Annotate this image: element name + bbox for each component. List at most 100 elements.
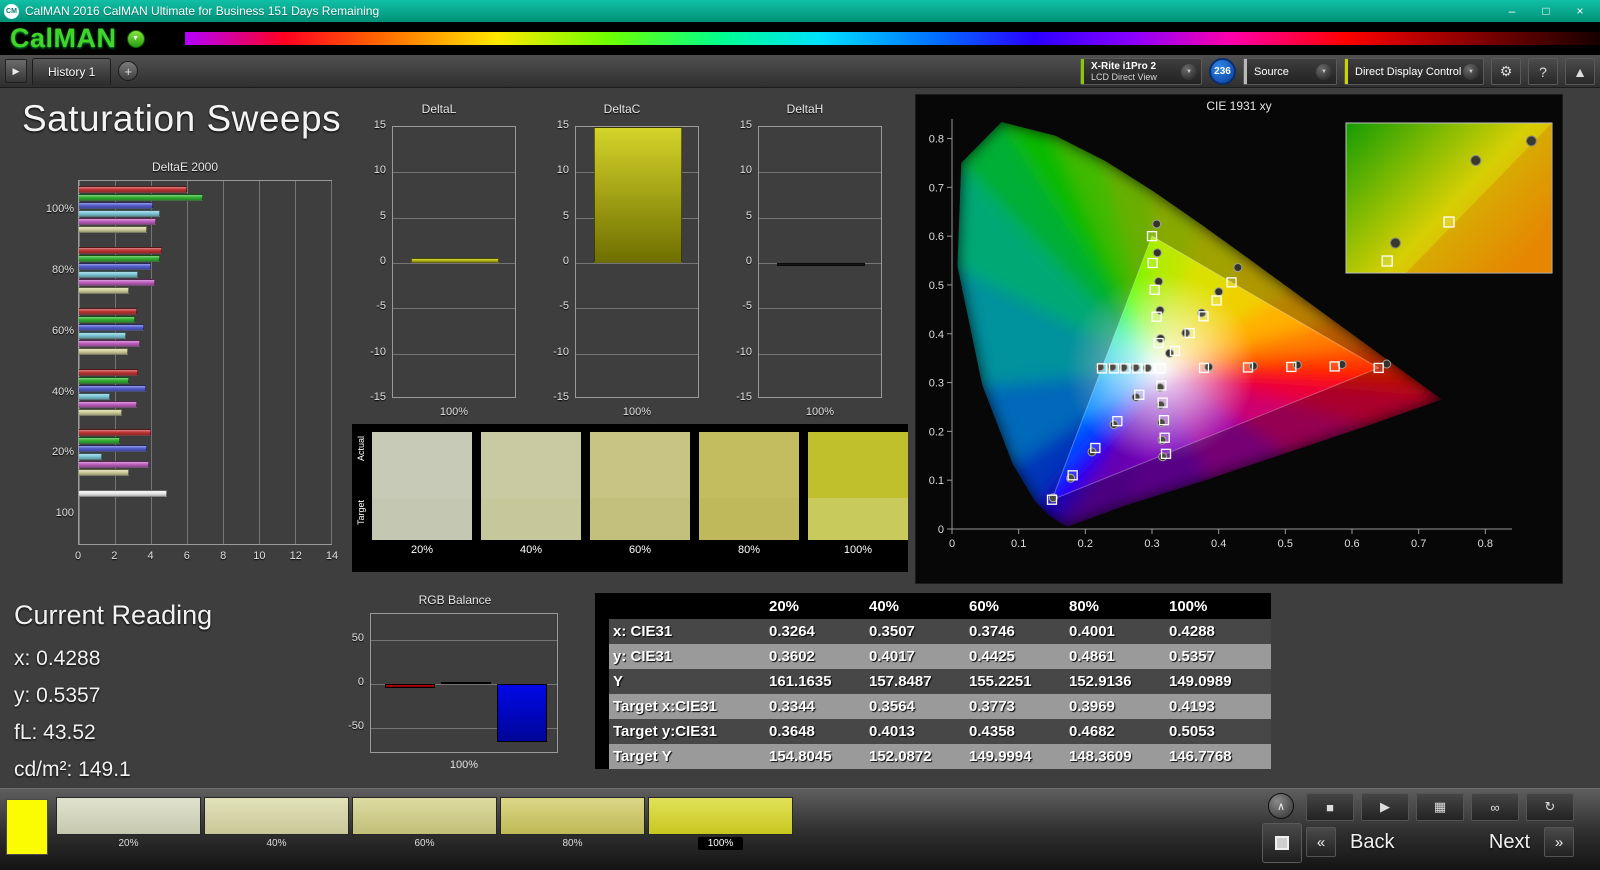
table-cell: 152.9136	[1069, 673, 1132, 690]
saturation-swatch[interactable]: 100%	[648, 797, 793, 850]
saturation-swatch[interactable]: 20%	[56, 797, 201, 849]
collapse-up-button[interactable]: ∧	[1268, 793, 1294, 819]
collapse-panel-button[interactable]: ▲	[1565, 58, 1595, 85]
minimize-button[interactable]: –	[1496, 2, 1528, 20]
next-button[interactable]: Next	[1489, 831, 1530, 854]
target-point	[1120, 363, 1131, 374]
swatch-color	[352, 797, 497, 835]
chevron-down-icon[interactable]: ▼	[1463, 63, 1479, 80]
x-tick-label: 0	[74, 550, 82, 562]
svg-text:0.6: 0.6	[1344, 538, 1359, 550]
save-button[interactable]: ▦	[1416, 793, 1464, 821]
svg-text:0.2: 0.2	[929, 426, 944, 438]
patch-window-button[interactable]	[1262, 823, 1302, 863]
back-chevron-button[interactable]: «	[1306, 827, 1336, 857]
svg-text:0.5: 0.5	[1278, 538, 1293, 550]
bar-yellow	[79, 408, 123, 416]
rgb-chart-title: RGB Balance	[418, 593, 492, 607]
svg-text:0.3: 0.3	[929, 378, 944, 390]
y-tick-label: -15	[736, 391, 752, 403]
bar-red	[79, 368, 139, 376]
bar-yellow	[79, 226, 148, 233]
reading-y: y: 0.5357	[14, 684, 101, 707]
maximize-button[interactable]: □	[1530, 2, 1562, 20]
next-chevron-button[interactable]: »	[1544, 827, 1574, 857]
titlebar: CM CalMAN 2016 CalMAN Ultimate for Busin…	[0, 0, 1600, 22]
tab-nav-button[interactable]: ▶	[5, 59, 27, 83]
calman-logo[interactable]: CalMAN ▼	[0, 22, 185, 55]
y-tick-label: 5	[379, 209, 386, 222]
target-point	[1134, 389, 1145, 400]
swatch-label: 40%	[204, 835, 349, 849]
logo-dropdown-icon[interactable]: ▼	[126, 29, 145, 48]
gridline	[393, 172, 515, 174]
svg-text:0.1: 0.1	[1011, 538, 1026, 550]
actual-swatch	[481, 432, 581, 498]
table-cell: 0.4017	[869, 648, 915, 665]
table-cell: 0.4193	[1169, 698, 1215, 715]
table-cell: 0.5357	[1169, 648, 1215, 665]
chevron-down-icon[interactable]: ▼	[1181, 63, 1197, 80]
target-point	[1156, 380, 1167, 391]
swatch-color	[648, 797, 793, 835]
y-category-label: 20%	[51, 446, 74, 459]
meter-dropdown[interactable]: X-Rite i1Pro 2 LCD Direct View ▼	[1080, 58, 1202, 85]
source-dropdown[interactable]: Source ▼	[1243, 58, 1337, 85]
back-button[interactable]: Back	[1350, 831, 1394, 854]
target-point	[1067, 470, 1078, 481]
saturation-swatch[interactable]: 40%	[204, 797, 349, 849]
gridline	[576, 353, 698, 355]
table-row-label: y: CIE31	[613, 648, 673, 665]
help-button[interactable]: ?	[1528, 58, 1558, 85]
swatch-label: 100%	[843, 544, 873, 556]
deltae-2000-chart: DeltaE 2000 0 2 4 6 8 10 12 14 100% 80% 60% 40% 20% 1…	[30, 160, 340, 575]
x-tick-label: 8	[220, 550, 227, 562]
chevron-down-icon[interactable]: ▼	[1316, 63, 1332, 80]
tab-history-1[interactable]: History 1	[32, 57, 112, 85]
target-swatch	[372, 498, 472, 540]
table-row-marker	[595, 744, 609, 769]
table-cell: 157.8487	[869, 673, 932, 690]
play-button[interactable]: ▶	[1361, 793, 1409, 821]
bar-yellow	[79, 347, 128, 355]
target-point	[1112, 415, 1123, 427]
deltae-plot-area	[78, 180, 332, 545]
target-point	[1329, 361, 1340, 372]
settings-gear-button[interactable]: ⚙	[1491, 58, 1521, 85]
y-tick-label: 15	[739, 119, 752, 131]
target-point	[1090, 442, 1101, 454]
saturation-swatch[interactable]: 60%	[352, 797, 497, 849]
reading-cdm2: cd/m²: 149.1	[14, 758, 131, 781]
table-cell: 0.4358	[969, 723, 1015, 740]
table-cell: 0.4425	[969, 648, 1015, 665]
reading-fl: fL: 43.52	[14, 721, 96, 744]
window-controls: – □ ×	[1496, 2, 1596, 20]
measured-point	[1214, 287, 1224, 297]
value-bar	[777, 263, 865, 266]
swatch-color	[56, 797, 201, 835]
close-button[interactable]: ×	[1564, 2, 1596, 20]
bar-blue	[79, 202, 153, 209]
display-control-dropdown[interactable]: Direct Display Control ▼	[1344, 58, 1484, 85]
add-tab-button[interactable]: +	[118, 61, 139, 81]
table-row: Target x:CIE31 0.3344 0.3564 0.3773 0.3969 0.…	[595, 694, 1271, 719]
saturation-swatch[interactable]: 80%	[500, 797, 645, 849]
swatch-label: 80%	[737, 544, 761, 556]
actual-swatch	[372, 432, 472, 498]
svg-text:0.7: 0.7	[1411, 538, 1426, 550]
swatch-color	[204, 797, 349, 835]
target-point	[1151, 311, 1162, 322]
refresh-button[interactable]: ↻	[1526, 793, 1574, 821]
swatch-label: 60%	[352, 835, 497, 849]
actual-row-label: Actual	[356, 436, 366, 462]
deltac-chart: DeltaC 15 10 5 0 -5 -10 -15 100%	[533, 102, 711, 432]
measured-point	[1382, 359, 1392, 369]
page-title: Saturation Sweeps	[22, 98, 342, 139]
table-cell: 148.3609	[1069, 748, 1132, 765]
deltae-chart-title: DeltaE 2000	[151, 160, 219, 174]
loop-button[interactable]: ∞	[1471, 793, 1519, 821]
target-point	[1146, 230, 1158, 242]
y-category-label: 60%	[51, 324, 74, 337]
bar-yellow	[79, 469, 130, 477]
stop-button[interactable]: ■	[1306, 793, 1354, 821]
